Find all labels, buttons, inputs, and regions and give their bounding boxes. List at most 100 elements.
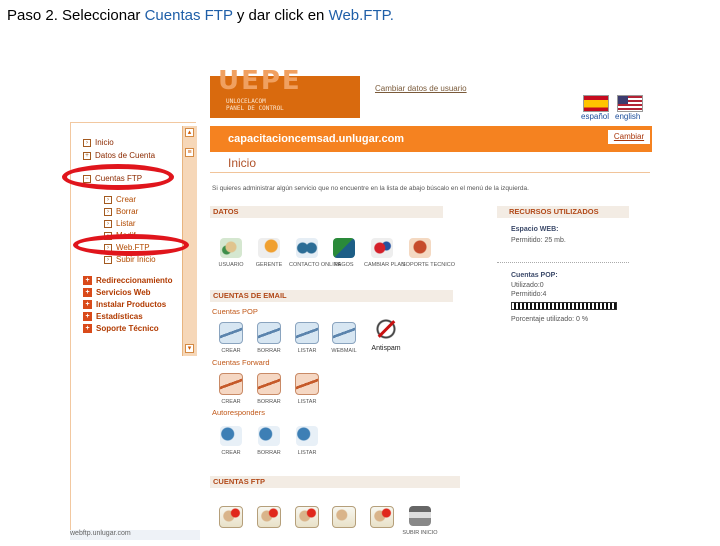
section-email: CUENTAS DE EMAIL (210, 290, 453, 302)
icon-label: BORRAR (257, 399, 281, 405)
ftp-listar-button[interactable] (289, 506, 325, 546)
logo-banner: UEPE UNLOCELACOM PANEL DE CONTROL (210, 66, 360, 118)
pop-listar-button[interactable]: LISTAR (289, 322, 325, 362)
instruction-caption: Paso 2. Seleccionar Cuentas FTP y dar cl… (7, 7, 394, 24)
language-spanish-link[interactable]: español (581, 112, 609, 121)
pop-accounts-label: Cuentas POP: (511, 272, 558, 279)
caption-highlight-webftp: Web.FTP. (328, 7, 394, 24)
ftp-user-icon (370, 506, 394, 528)
webftp-button[interactable] (364, 506, 400, 546)
plus-icon: + (83, 151, 91, 160)
cambiar-plan-button[interactable]: CAMBIAR PLAN (364, 238, 405, 278)
page-title: Inicio (228, 156, 257, 170)
user-icon (220, 238, 242, 258)
soporte-button[interactable]: SOPORTE TECNICO (402, 238, 455, 278)
arrow-right-icon: › (104, 255, 112, 264)
plus-icon: + (83, 324, 92, 333)
sidebar-subitem-crear[interactable]: › Crear (104, 195, 136, 204)
forward-borrar-button[interactable]: BORRAR (251, 373, 287, 413)
domain-header: capacitacioncemsad.unlugar.com Cambiar (210, 126, 652, 152)
support-icon (409, 238, 431, 258)
ftp-crear-button[interactable] (213, 506, 249, 546)
caption-text: Paso 2. Seleccionar (7, 7, 145, 24)
logo-subtitle-line: PANEL DE CONTROL (226, 105, 284, 112)
spain-flag-icon[interactable] (583, 95, 609, 112)
auto-crear-button[interactable]: CREAR (213, 426, 249, 466)
arrow-right-icon: › (83, 138, 91, 147)
upload-home-icon (409, 506, 431, 526)
divider (497, 262, 629, 264)
contacto-button[interactable]: CONTACTO ONLINE (289, 238, 342, 278)
icon-label: GERENTE (255, 262, 283, 268)
sidebar-subitem-borrar[interactable]: › Borrar (104, 207, 138, 216)
change-domain-button[interactable]: Cambiar (608, 130, 650, 144)
caption-highlight-ftp: Cuentas FTP (144, 7, 233, 24)
logo: UEPE (218, 66, 302, 96)
sidebar-item-label: Crear (116, 195, 137, 204)
sidebar-item-label: Estadísticas (96, 312, 143, 321)
ftp-user-icon (332, 506, 356, 528)
divider (210, 172, 650, 173)
icon-label: CONTACTO ONLINE (289, 262, 342, 268)
intro-text: Si quieres administrar algún servicio qu… (212, 185, 529, 192)
pop-crear-button[interactable]: CREAR (213, 322, 249, 362)
sidebar-item-redireccionamiento[interactable]: + Redireccionamiento (83, 276, 172, 285)
usa-flag-icon[interactable] (617, 95, 643, 112)
icon-label: WEBMAIL (331, 348, 357, 354)
sidebar-item-inicio[interactable]: › Inicio (83, 138, 114, 147)
icon-label: LISTAR (297, 399, 317, 405)
sidebar-item-soporte-tecnico[interactable]: + Soporte Técnico (83, 324, 159, 333)
auto-create-icon (220, 426, 242, 446)
logo-subtitle: UNLOCELACOM PANEL DE CONTROL (226, 98, 284, 112)
sidebar-item-label: Inicio (95, 138, 114, 147)
pagos-button[interactable]: PAGOS (326, 238, 362, 278)
logo-subtitle-line: UNLOCELACOM (226, 98, 266, 105)
forward-listar-button[interactable]: LISTAR (289, 373, 325, 413)
plus-icon: + (83, 288, 92, 297)
forward-crear-button[interactable]: CREAR (213, 373, 249, 413)
auto-listar-button[interactable]: LISTAR (289, 426, 325, 466)
auto-borrar-button[interactable]: BORRAR (251, 426, 287, 466)
ftp-modificar-button[interactable] (326, 506, 362, 546)
sidebar-item-estadisticas[interactable]: + Estadísticas (83, 312, 143, 321)
scroll-up-icon[interactable]: ▴ (185, 128, 194, 137)
arrow-right-icon: › (104, 195, 112, 204)
mail-create-icon (219, 322, 243, 344)
antispam-button[interactable]: Antispam (366, 316, 406, 356)
payments-icon (333, 238, 355, 258)
quota-percentage: Porcentaje utilizado: 0 % (511, 316, 589, 323)
web-space-value: Permitido: 25 mb. (511, 237, 566, 244)
forward-create-icon (219, 373, 243, 395)
webmail-button[interactable]: WEBMAIL (326, 322, 362, 362)
forward-list-icon (295, 373, 319, 395)
sidebar-item-label: Redireccionamiento (96, 276, 173, 285)
pop-borrar-button[interactable]: BORRAR (251, 322, 287, 362)
sidebar-subitem-listar[interactable]: › Listar (104, 219, 136, 228)
language-english-link[interactable]: english (615, 112, 640, 121)
icon-label: PAGOS (334, 262, 354, 268)
gerente-button[interactable]: GERENTE (251, 238, 287, 278)
sidebar-item-servicios-web[interactable]: + Servicios Web (83, 288, 151, 297)
domain-title: capacitacioncemsad.unlugar.com (228, 133, 405, 145)
sidebar-item-datos-cuenta[interactable]: + Datos de Cuenta (83, 151, 155, 160)
usuario-button[interactable]: USUARIO (213, 238, 249, 278)
plus-icon: + (83, 312, 92, 321)
sidebar-item-instalar-productos[interactable]: + Instalar Productos (83, 300, 166, 309)
scroll-down-icon[interactable]: ▾ (185, 344, 194, 353)
webmail-icon (332, 322, 356, 344)
ftp-user-icon (219, 506, 243, 528)
subir-inicio-button[interactable]: SUBIR INICIO (402, 506, 438, 546)
quota-bar (511, 302, 617, 310)
icon-label: USUARIO (218, 262, 244, 268)
contact-icon (296, 238, 318, 258)
antispam-icon (373, 316, 399, 342)
sidebar-subitem-subir-inicio[interactable]: › Subir Inicio (104, 255, 156, 264)
caption-text: y dar click en (232, 7, 329, 24)
section-ftp: CUENTAS FTP (210, 476, 460, 488)
ftp-borrar-button[interactable] (251, 506, 287, 546)
change-user-data-link[interactable]: Cambiar datos de usuario (375, 84, 467, 93)
scroll-thumb[interactable]: ≡ (185, 148, 194, 157)
icon-label: BORRAR (257, 348, 281, 354)
icon-label: BORRAR (257, 450, 281, 456)
icon-label: CREAR (221, 399, 241, 405)
